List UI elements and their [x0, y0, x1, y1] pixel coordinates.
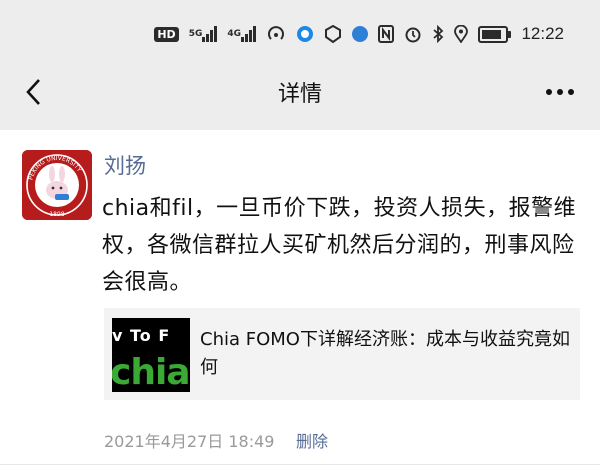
link-card[interactable]: v To F chia Chia FOMO下详解经济账：成本与收益究竟如何: [104, 308, 580, 400]
nfc-icon: [378, 23, 394, 45]
app-icon: [296, 23, 314, 45]
signal-4g-icon: 4G: [227, 23, 256, 45]
blue-app-icon: [352, 23, 368, 45]
shield-icon: [324, 23, 342, 45]
post-timestamp: 2021年4月27日 18:49: [104, 432, 275, 451]
svg-text:1898: 1898: [49, 211, 64, 218]
net-label-5g: 5G: [188, 28, 203, 39]
article-thumbnail: v To F chia: [112, 318, 190, 392]
alarm-icon: [404, 23, 422, 45]
post-text: chia和fil，一旦币价下跌，投资人损失，报警维权，各微信群拉人买矿机然后分润…: [102, 196, 577, 295]
signal-5g-icon: 5G: [189, 23, 218, 45]
university-seal-logo: PEKING UNIVERSITY 1898: [22, 150, 92, 220]
status-icons: HD 5G 4G: [154, 22, 511, 46]
battery-icon: [478, 23, 511, 45]
link-card-title: Chia FOMO下详解经济账：成本与收益究竟如何: [200, 329, 570, 378]
hotspot-icon: [266, 23, 286, 45]
status-time: 12:22: [521, 24, 564, 43]
location-icon: [454, 23, 468, 45]
page-title: 详情: [277, 82, 322, 107]
bluetooth-icon: [432, 23, 444, 45]
author-name[interactable]: 刘扬: [104, 150, 146, 180]
nav-bar: 详情: [0, 62, 600, 122]
more-dots-icon: [546, 89, 574, 95]
delete-button[interactable]: 删除: [296, 428, 328, 452]
thumbnail-chia-text: chia: [112, 352, 190, 392]
status-bar: HD 5G 4G 12:22: [0, 18, 600, 50]
more-button[interactable]: [538, 72, 582, 112]
net-label-4g: 4G: [227, 28, 241, 39]
hd-icon: HD: [154, 23, 179, 45]
thumbnail-top-text: v To F: [112, 326, 171, 345]
avatar[interactable]: PEKING UNIVERSITY 1898: [22, 150, 92, 220]
hd-badge: HD: [154, 26, 179, 42]
divider: [0, 464, 600, 465]
header-area: HD 5G 4G 12:22 详情: [0, 0, 600, 130]
